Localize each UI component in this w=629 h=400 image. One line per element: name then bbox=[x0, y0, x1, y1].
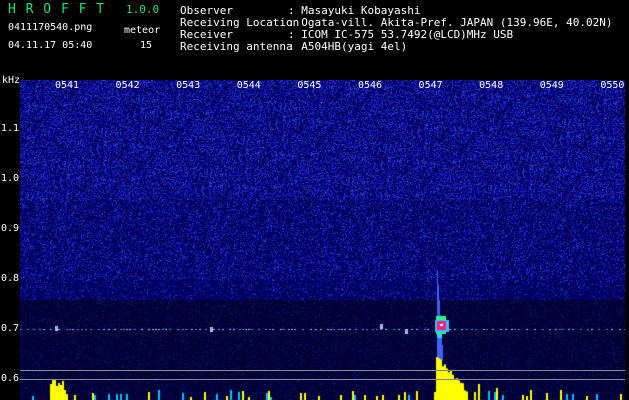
time-tick: 0542 bbox=[115, 80, 140, 91]
spectrogram-canvas bbox=[20, 80, 625, 400]
time-tick: 0544 bbox=[236, 80, 261, 91]
freq-tick: 0.9 bbox=[1, 223, 20, 234]
observer-label: Observer bbox=[180, 4, 233, 17]
threshold-line-upper bbox=[20, 370, 625, 371]
time-tick: 0549 bbox=[539, 80, 564, 91]
freq-tick: 1.1 bbox=[1, 123, 20, 134]
y-axis-label: kHz bbox=[2, 75, 21, 86]
time-tick: 0543 bbox=[176, 80, 201, 91]
freq-tick: 1.0 bbox=[1, 173, 20, 184]
meteor-label: meteor bbox=[124, 25, 161, 36]
location-value: : Ogata-vill. Akita-Pref. JAPAN (139.96E… bbox=[288, 16, 613, 29]
time-tick: 0550 bbox=[600, 80, 625, 91]
hroft-window: H R O F F T 1.0.0 0411170540.png meteor … bbox=[0, 0, 629, 400]
time-tick: 0545 bbox=[297, 80, 322, 91]
time-tick: 0547 bbox=[418, 80, 443, 91]
antenna-label: Receiving antenna bbox=[180, 40, 293, 53]
datetime: 04.11.17 05:40 bbox=[8, 40, 93, 51]
app-title: H R O F F T bbox=[8, 2, 106, 17]
threshold-line-lower bbox=[20, 379, 625, 380]
time-tick: 0548 bbox=[479, 80, 504, 91]
location-label: Receiving Location bbox=[180, 16, 300, 29]
time-tick: 0546 bbox=[357, 80, 383, 91]
freq-tick: 0.6 bbox=[1, 373, 20, 384]
meteor-count: 15 bbox=[140, 40, 153, 51]
filename: 0411170540.png bbox=[8, 22, 93, 33]
time-tick: 0541 bbox=[54, 80, 80, 91]
receiver-label: Receiver bbox=[180, 28, 233, 41]
observer-value: : Masayuki Kobayashi bbox=[288, 4, 421, 17]
spectrogram bbox=[20, 80, 625, 400]
antenna-value: : A504HB(yagi 4el) bbox=[288, 40, 408, 53]
freq-tick: 0.8 bbox=[1, 273, 20, 284]
freq-tick: 0.7 bbox=[1, 323, 20, 334]
receiver-value: : ICOM IC-575 53.7492(@LCD)MHz USB bbox=[288, 28, 514, 41]
app-version: 1.0.0 bbox=[126, 3, 160, 16]
